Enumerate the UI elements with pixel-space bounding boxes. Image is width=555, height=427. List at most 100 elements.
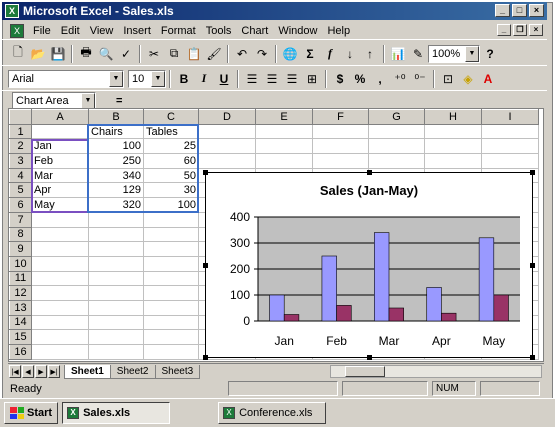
resize-handle[interactable] [203, 170, 208, 175]
fill-color-icon[interactable]: ◈ [458, 69, 478, 89]
chevron-down-icon[interactable]: ▼ [109, 70, 123, 87]
cell-b9[interactable] [88, 241, 144, 257]
cell-g3[interactable] [368, 153, 425, 169]
spelling-icon[interactable]: ✓ [116, 44, 136, 64]
tab-sheet3[interactable]: Sheet3 [154, 364, 201, 379]
bar-tables-may[interactable] [493, 294, 509, 322]
cell-h2[interactable] [424, 138, 482, 155]
cell-b16[interactable] [88, 344, 144, 360]
merge-center-icon[interactable]: ⊞ [302, 69, 322, 89]
cell-c16[interactable] [143, 344, 199, 360]
row-header[interactable]: 6 [9, 197, 32, 213]
row-header[interactable]: 13 [9, 299, 32, 316]
cell-e3[interactable] [255, 153, 313, 169]
underline-button[interactable]: U [214, 69, 234, 89]
chevron-down-icon[interactable]: ▼ [151, 70, 165, 87]
cell-a15[interactable] [31, 329, 89, 345]
cell-b15[interactable] [88, 329, 144, 345]
bar-tables-mar[interactable] [388, 307, 404, 322]
cell-f2[interactable] [312, 138, 369, 155]
row-header[interactable]: 14 [9, 314, 32, 331]
resize-handle[interactable] [367, 355, 372, 360]
cell-h1[interactable] [424, 123, 482, 140]
cell-c9[interactable] [143, 241, 199, 257]
cell-b11[interactable] [88, 270, 144, 287]
cell-d1[interactable] [198, 123, 256, 140]
close-button[interactable]: × [529, 4, 544, 17]
chevron-down-icon[interactable]: ▼ [465, 45, 479, 62]
row-header[interactable]: 7 [9, 211, 32, 228]
cell-c12[interactable] [143, 285, 199, 301]
sort-ascending-icon[interactable]: ↓ [340, 44, 360, 64]
cell-a8[interactable] [31, 226, 89, 243]
title-bar[interactable]: X Microsoft Excel - Sales.xls _ □ × [2, 2, 547, 20]
percent-button[interactable]: % [350, 69, 370, 89]
resize-handle[interactable] [530, 263, 535, 268]
row-header[interactable]: 16 [9, 344, 32, 360]
bar-chairs-apr[interactable] [426, 287, 442, 322]
cell-i3[interactable] [481, 153, 539, 169]
chart-wizard-icon[interactable]: 📊 [388, 44, 408, 64]
cell-a9[interactable] [31, 241, 89, 257]
hyperlink-icon[interactable]: 🌐 [280, 44, 300, 64]
resize-handle[interactable] [367, 170, 372, 175]
cell-a13[interactable] [31, 299, 89, 316]
menu-format[interactable]: Format [156, 25, 201, 37]
cell-a14[interactable] [31, 314, 89, 331]
row-header[interactable]: 12 [9, 285, 32, 301]
cell-d3[interactable] [198, 153, 256, 169]
cut-icon[interactable]: ✂ [144, 44, 164, 64]
doc-minimize-button[interactable]: _ [497, 24, 511, 36]
chart-svg[interactable]: Sales (Jan-May) 0 100 200 300 400 Jan Feb Mar Ap… [206, 173, 532, 357]
cell-d2[interactable] [198, 138, 256, 155]
help-icon[interactable]: ? [480, 44, 500, 64]
cell-c7[interactable] [143, 211, 199, 228]
copy-icon[interactable]: ⧉ [164, 44, 184, 64]
menu-window[interactable]: Window [273, 25, 322, 37]
row-header[interactable]: 1 [9, 123, 32, 140]
column-header[interactable]: C [143, 109, 199, 125]
cell-c15[interactable] [143, 329, 199, 345]
row-header[interactable]: 8 [9, 226, 32, 243]
redo-icon[interactable]: ↷ [252, 44, 272, 64]
horizontal-scrollbar[interactable] [330, 365, 542, 378]
font-color-icon[interactable]: A [478, 69, 498, 89]
cell-b8[interactable] [88, 226, 144, 243]
menu-edit[interactable]: Edit [56, 25, 85, 37]
cell-b12[interactable] [88, 285, 144, 301]
tab-sheet1[interactable]: Sheet1 [64, 364, 111, 379]
cell-b13[interactable] [88, 299, 144, 316]
cell-i1[interactable] [481, 123, 539, 140]
new-icon[interactable]: 🗋 [8, 44, 28, 64]
cell-c13[interactable] [143, 299, 199, 316]
cell-a11[interactable] [31, 270, 89, 287]
bar-chairs-may[interactable] [478, 237, 495, 322]
row-header[interactable]: 9 [9, 241, 32, 257]
cell-g2[interactable] [368, 138, 425, 155]
cell-i2[interactable] [481, 138, 539, 155]
cell-a1[interactable] [31, 123, 89, 140]
row-header[interactable]: 4 [9, 167, 32, 184]
plot-area[interactable]: 0 100 200 300 400 Jan Feb Mar Apr May [230, 210, 520, 348]
italic-button[interactable]: I [194, 69, 214, 89]
column-header[interactable]: I [481, 109, 539, 125]
cell-e2[interactable] [255, 138, 313, 155]
column-header[interactable]: B [88, 109, 144, 125]
row-header[interactable]: 11 [9, 270, 32, 287]
cell-a16[interactable] [31, 344, 89, 360]
doc-restore-button[interactable]: ❐ [513, 24, 527, 36]
format-painter-icon[interactable]: 🖌 [204, 44, 224, 64]
bar-tables-feb[interactable] [336, 305, 352, 322]
increase-decimal-icon[interactable]: ⁺⁰ [390, 69, 410, 89]
cell-h3[interactable] [424, 153, 482, 169]
resize-handle[interactable] [530, 170, 535, 175]
menu-insert[interactable]: Insert [118, 25, 156, 37]
zoom-select[interactable]: 100% ▼ [428, 44, 480, 63]
bar-chairs-mar[interactable] [374, 232, 390, 322]
doc-close-button[interactable]: × [529, 24, 543, 36]
embedded-chart[interactable]: Sales (Jan-May) 0 100 200 300 400 Jan Feb Mar Ap… [203, 170, 535, 360]
column-header[interactable]: F [312, 109, 369, 125]
cell-c8[interactable] [143, 226, 199, 243]
sort-descending-icon[interactable]: ↑ [360, 44, 380, 64]
column-header[interactable]: H [424, 109, 482, 125]
